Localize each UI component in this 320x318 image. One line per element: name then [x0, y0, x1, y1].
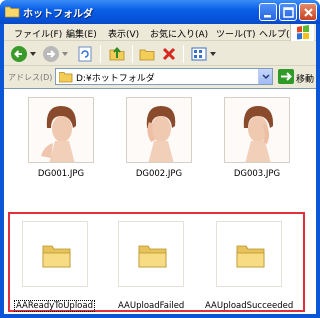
toolbar: [4, 42, 316, 66]
image-thumbnail[interactable]: [28, 97, 94, 163]
go-button[interactable]: [278, 69, 294, 84]
portrait-photo: [127, 98, 191, 162]
address-label: アドレス(D): [8, 73, 53, 82]
folders-icon[interactable]: [138, 45, 156, 63]
refresh-icon[interactable]: [76, 45, 94, 63]
folder-icon: [138, 245, 167, 268]
portrait-photo: [225, 98, 289, 162]
address-bar: アドレス(D) D:¥ホットフォルダ 移動: [4, 67, 316, 87]
folder-icon: [59, 72, 73, 83]
menu-file[interactable]: ファイル(F): [14, 27, 62, 40]
toolbar-separator: [132, 45, 133, 63]
go-arrow-icon: [281, 72, 292, 81]
maximize-icon: [283, 7, 294, 18]
folder-thumbnail[interactable]: [22, 221, 88, 287]
address-path: D:¥ホットフォルダ: [76, 74, 155, 84]
chevron-down-icon: [262, 74, 270, 80]
menu-favorites[interactable]: お気に入り(A): [150, 27, 208, 40]
folder-name[interactable]: AAUploadFailed: [118, 301, 184, 311]
folder-thumbnail[interactable]: [118, 221, 184, 287]
menu-edit[interactable]: 編集(E): [66, 27, 97, 40]
window-title: ホットフォルダ: [23, 9, 93, 20]
folder-icon: [42, 245, 71, 268]
portrait-photo: [29, 98, 93, 162]
back-icon[interactable]: [10, 45, 28, 63]
minimize-button[interactable]: [259, 3, 277, 21]
image-thumbnail[interactable]: [126, 97, 192, 163]
folder-thumbnail[interactable]: [216, 221, 282, 287]
address-dropdown-button[interactable]: [258, 69, 272, 84]
go-label[interactable]: 移動: [296, 72, 314, 85]
forward-icon[interactable]: [42, 45, 60, 63]
close-icon: [304, 8, 313, 17]
toolbar-separator: [183, 45, 184, 63]
folder-icon: [236, 245, 265, 268]
minimize-icon: [264, 15, 271, 18]
up-folder-icon[interactable]: [108, 45, 126, 63]
delete-icon[interactable]: [160, 45, 178, 63]
file-name[interactable]: DG003.JPG: [216, 169, 298, 179]
image-thumbnail[interactable]: [224, 97, 290, 163]
address-field[interactable]: D:¥ホットフォルダ: [55, 68, 273, 85]
explorer-window: ホットフォルダ ファイル(F) 編集(E) 表示(V) お気に入り(A) ツール…: [0, 0, 320, 318]
file-name[interactable]: DG001.JPG: [20, 169, 102, 179]
file-view: DG001.JPG DG002.JPG DG003.JPG AAReadyToU…: [4, 88, 316, 314]
windows-logo-icon: [290, 24, 314, 41]
folder-name[interactable]: AAUploadSucceeded: [205, 301, 293, 311]
folder-icon: [5, 6, 20, 18]
maximize-button[interactable]: [279, 3, 297, 21]
menu-bar: ファイル(F) 編集(E) 表示(V) お気に入り(A) ツール(T) ヘルプ(…: [4, 24, 316, 41]
menu-view[interactable]: 表示(V): [108, 27, 139, 40]
back-dropdown-icon[interactable]: [30, 51, 36, 57]
views-dropdown-icon[interactable]: [210, 51, 216, 57]
folder-name[interactable]: AAReadyToUpload: [14, 300, 95, 312]
views-icon[interactable]: [190, 45, 208, 63]
forward-dropdown-icon[interactable]: [62, 51, 68, 57]
title-bar[interactable]: ホットフォルダ: [0, 0, 320, 24]
menu-tools[interactable]: ツール(T): [216, 27, 256, 40]
toolbar-separator: [100, 45, 101, 63]
file-name[interactable]: DG002.JPG: [118, 169, 200, 179]
window-client: ファイル(F) 編集(E) 表示(V) お気に入り(A) ツール(T) ヘルプ(…: [4, 24, 316, 314]
close-button[interactable]: [299, 3, 317, 21]
